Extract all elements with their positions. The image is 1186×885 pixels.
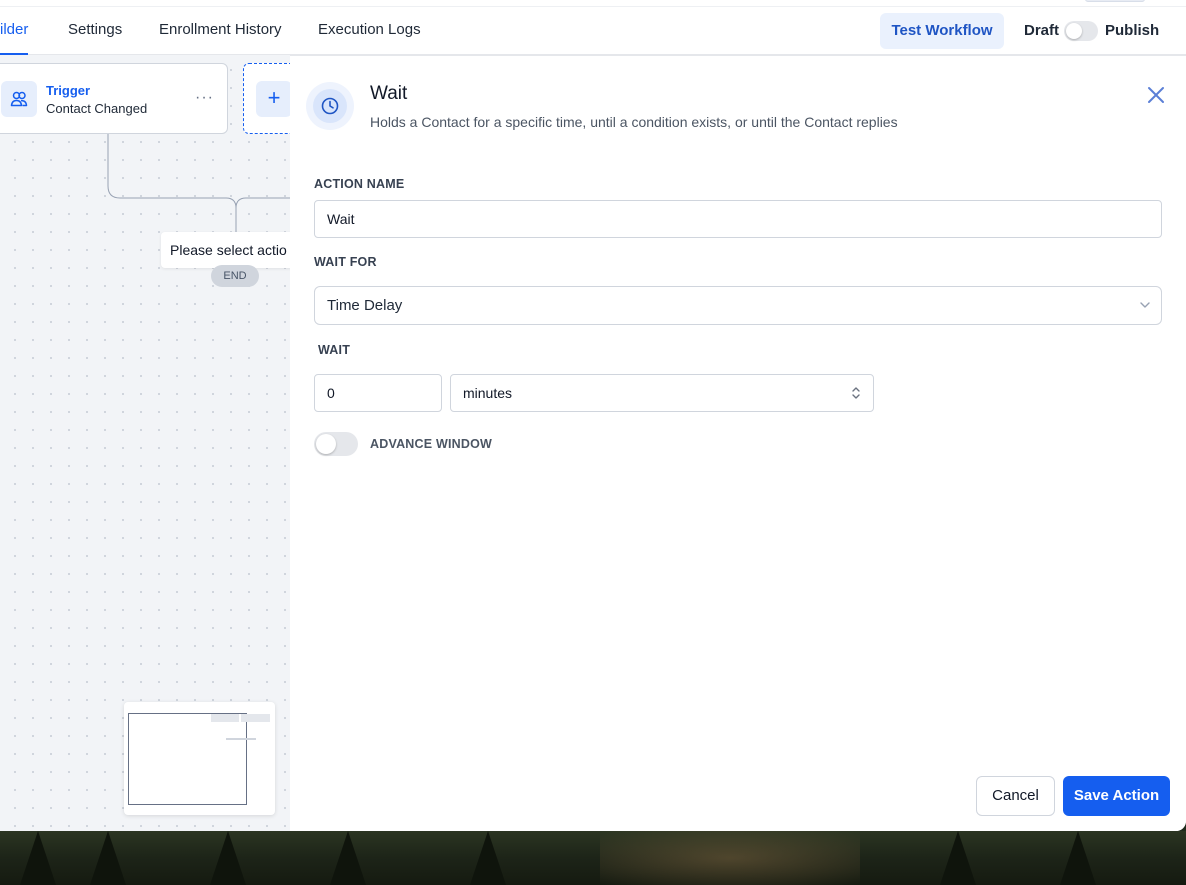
top-strip-pill bbox=[1085, 0, 1145, 2]
plus-icon[interactable]: + bbox=[256, 81, 290, 117]
tab-execution-logs[interactable]: Execution Logs bbox=[318, 7, 421, 55]
trigger-title: Trigger bbox=[46, 83, 91, 98]
select-action-tooltip: Please select actio bbox=[161, 232, 290, 268]
minimap-node bbox=[241, 714, 270, 722]
clock-icon bbox=[321, 97, 339, 115]
wallpaper-tree bbox=[330, 831, 366, 885]
minimap[interactable] bbox=[124, 702, 275, 815]
add-action-node[interactable]: + bbox=[243, 63, 290, 134]
trigger-node[interactable]: Trigger Contact Changed ··· bbox=[0, 63, 228, 134]
advance-window-label: ADVANCE WINDOW bbox=[370, 437, 493, 451]
wait-icon-inner bbox=[313, 89, 347, 123]
toggle-knob bbox=[1066, 23, 1082, 39]
toggle-knob bbox=[316, 434, 336, 454]
wallpaper-tree bbox=[470, 831, 506, 885]
wallpaper-glow bbox=[600, 831, 860, 885]
workflow-header: ilder Settings Enrollment History Execut… bbox=[0, 7, 1186, 55]
updown-chevron-icon bbox=[852, 387, 860, 399]
cancel-button[interactable]: Cancel bbox=[976, 776, 1055, 816]
more-options-icon[interactable]: ··· bbox=[195, 89, 214, 107]
chevron-down-icon bbox=[1140, 302, 1150, 308]
wait-action-drawer: Wait Holds a Contact for a specific time… bbox=[290, 55, 1186, 831]
minimap-viewport[interactable] bbox=[128, 713, 247, 805]
panel-title: Wait bbox=[370, 83, 408, 104]
top-strip bbox=[0, 0, 1186, 7]
wait-unit-select[interactable]: minutes bbox=[450, 374, 874, 412]
wait-for-value: Time Delay bbox=[327, 297, 403, 314]
tab-enrollment-history[interactable]: Enrollment History bbox=[159, 7, 282, 55]
desktop-wallpaper bbox=[0, 831, 1186, 885]
wait-label: WAIT bbox=[318, 343, 351, 357]
wallpaper-tree bbox=[1060, 831, 1096, 885]
test-workflow-button[interactable]: Test Workflow bbox=[880, 13, 1004, 49]
panel-description: Holds a Contact for a specific time, unt… bbox=[370, 114, 898, 130]
publish-label: Publish bbox=[1105, 22, 1160, 39]
wallpaper-tree bbox=[940, 831, 976, 885]
publish-toggle[interactable] bbox=[1064, 21, 1098, 41]
action-name-label: ACTION NAME bbox=[314, 177, 405, 191]
users-icon bbox=[10, 91, 28, 107]
minimap-node bbox=[226, 738, 256, 740]
minimap-node bbox=[211, 714, 239, 722]
wallpaper-tree bbox=[20, 831, 56, 885]
wallpaper-tree bbox=[210, 831, 246, 885]
wait-icon-badge bbox=[306, 82, 354, 130]
trigger-subtitle: Contact Changed bbox=[46, 101, 148, 116]
end-node: END bbox=[211, 265, 259, 287]
wait-amount-input[interactable]: 0 bbox=[314, 374, 442, 412]
wait-for-label: WAIT FOR bbox=[314, 255, 377, 269]
tab-settings[interactable]: Settings bbox=[68, 7, 122, 55]
workflow-app-window: ilder Settings Enrollment History Execut… bbox=[0, 0, 1186, 831]
save-action-button[interactable]: Save Action bbox=[1063, 776, 1170, 816]
trigger-icon-box bbox=[1, 81, 37, 117]
draft-label: Draft bbox=[1024, 22, 1060, 39]
advance-window-toggle[interactable] bbox=[314, 432, 358, 456]
wallpaper-tree bbox=[90, 831, 126, 885]
action-name-input[interactable]: Wait bbox=[314, 200, 1162, 238]
tab-builder[interactable]: ilder bbox=[0, 7, 29, 55]
wait-unit-value: minutes bbox=[463, 385, 513, 401]
wait-for-select[interactable]: Time Delay bbox=[314, 286, 1162, 325]
close-icon[interactable] bbox=[1145, 84, 1167, 106]
workflow-canvas[interactable]: Trigger Contact Changed ··· + Please sel… bbox=[0, 55, 290, 831]
